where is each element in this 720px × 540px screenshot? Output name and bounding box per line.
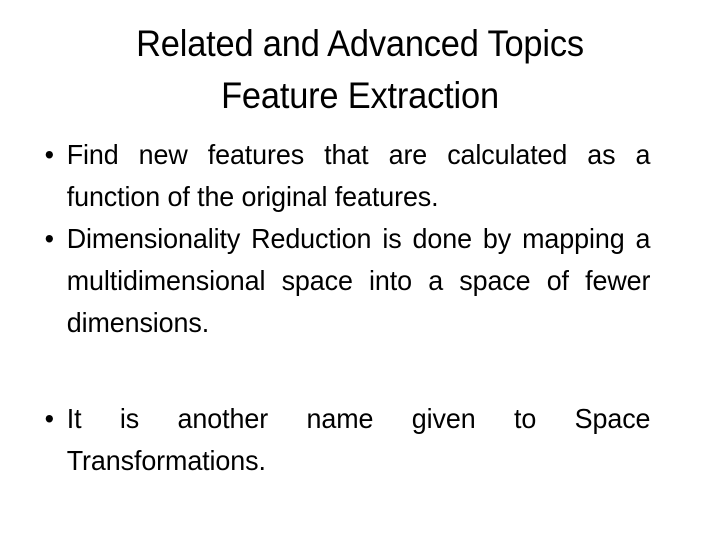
- bullet-icon: •: [44, 139, 54, 170]
- list-item-text: It is another name given to Space Transf…: [66, 403, 651, 476]
- list-item: • Dimensionality Reduction is done by ma…: [36, 218, 651, 344]
- bullet-icon: •: [44, 403, 54, 434]
- list-item-text: Dimensionality Reduction is done by mapp…: [66, 223, 651, 338]
- bullet-list: • Find new features that are calculated …: [36, 134, 676, 482]
- list-item: • Find new features that are calculated …: [36, 134, 651, 218]
- title-line-1: Related and Advanced Topics: [136, 23, 584, 64]
- slide-title: Related and Advanced Topics Feature Extr…: [0, 18, 720, 122]
- bullet-icon: •: [44, 223, 54, 254]
- slide: Related and Advanced Topics Feature Extr…: [0, 0, 720, 540]
- list-item-text: Find new features that are calculated as…: [66, 139, 651, 212]
- title-line-2: Feature Extraction: [221, 75, 499, 116]
- list-item: • It is another name given to Space Tran…: [36, 398, 651, 482]
